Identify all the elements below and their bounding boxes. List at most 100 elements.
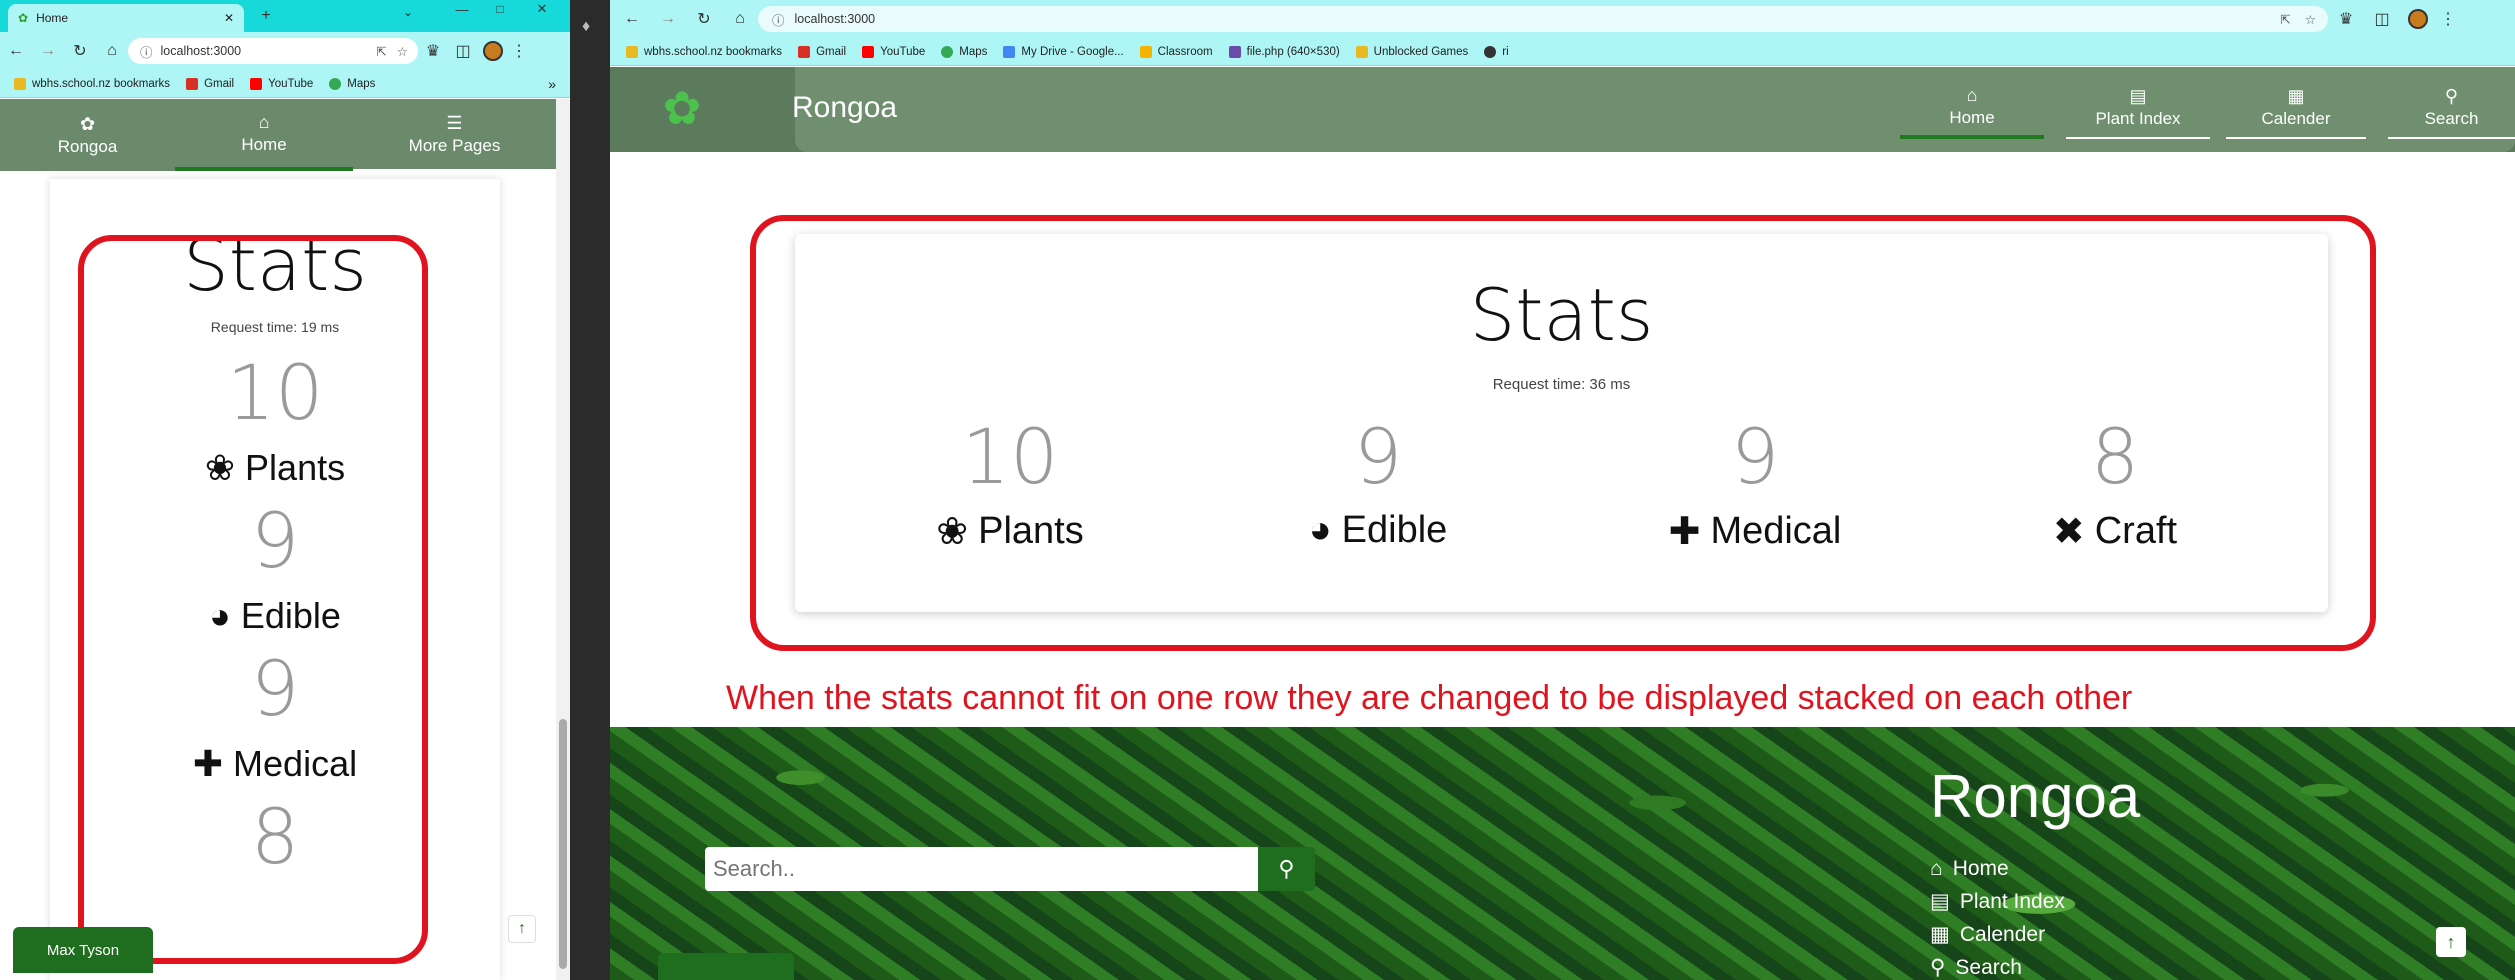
footer-link-home[interactable]: ⌂ Home [1930,852,2065,885]
left-tab[interactable]: ✿ Home ✕ [8,4,244,32]
footer-link-plant-index[interactable]: ▤ Plant Index [1930,885,2065,918]
bookmark-item[interactable]: Maps [329,77,375,90]
footer-search-form: ⚲ [705,847,1315,891]
left-navbar: ✿ Rongoa ⌂ Home ☰ More Pages [0,99,556,171]
left-tab-title: Home [36,11,69,25]
left-bookmarks-bar: wbhs.school.nz bookmarks Gmail YouTube M… [0,70,570,98]
home-icon: ⌂ [1930,857,1943,880]
calendar-icon: ▦ [1930,923,1950,946]
nav-label: Search [2424,108,2479,128]
home-icon: ⌂ [1966,84,1978,105]
bookmark-item[interactable]: Gmail [186,77,234,90]
bookmark-item[interactable]: My Drive - Google... [1003,45,1124,58]
right-address-bar[interactable]: ⓘ localhost:3000 ⇱ ☆ [758,6,2328,32]
right-browser-window: ← → ↻ ⌂ ⓘ localhost:3000 ⇱ ☆ ♛ ◫ ⋮ wbhs.… [610,0,2515,980]
nav-calender[interactable]: ▦ Calender [2226,77,2366,139]
home-icon: ⌂ [258,111,270,132]
reload-icon[interactable]: ↻ [64,41,96,61]
home-browser-icon[interactable]: ⌂ [722,10,758,28]
new-tab-icon[interactable]: + [256,6,276,26]
book-icon: ▤ [2129,85,2147,106]
forward-icon[interactable]: → [32,42,64,60]
minimize-icon[interactable]: — [450,0,474,18]
footer-brand: Rongoa [1930,763,2141,830]
search-icon: ⚲ [1278,856,1295,881]
star-icon[interactable]: ☆ [2305,12,2316,27]
footer-link-search[interactable]: ⚲ Search [1930,951,2065,980]
tab-list-icon[interactable]: ⌄ [398,2,418,22]
nav-search[interactable]: ⚲ Search [2388,77,2515,139]
bookmark-item[interactable]: Gmail [798,45,846,58]
left-scrollbar[interactable] [556,99,570,980]
bookmark-item[interactable]: ri [1484,45,1509,58]
annotation-highlight-box [78,235,428,964]
scrollbar-thumb[interactable] [559,719,567,969]
nav-label: More Pages [408,135,501,155]
sidepanel-icon[interactable]: ◫ [448,41,478,61]
share-icon[interactable]: ⇱ [2280,12,2290,27]
more-bookmarks-icon[interactable]: » [548,76,556,92]
footer-search-button[interactable]: ⚲ [1257,847,1315,891]
nav-label: Home [241,134,287,154]
nav-rongoa[interactable]: ✿ Rongoa [0,99,175,171]
left-titlebar: ✿ Home ✕ + ⌄ — □ ✕ [0,0,570,32]
back-icon[interactable]: ← [614,10,650,28]
left-toolbar: ← → ↻ ⌂ ⓘ localhost:3000 ⇱ ☆ ♛ ◫ ⋮ [0,32,570,70]
sidepanel-icon[interactable]: ◫ [2364,9,2400,29]
menu-dots-icon[interactable]: ⋮ [2436,9,2460,29]
reload-icon[interactable]: ↻ [686,9,722,29]
extensions-icon[interactable]: ♛ [418,41,448,61]
user-button[interactable]: Max Tyson [13,927,153,973]
extensions-icon[interactable]: ♛ [2328,9,2364,29]
left-address-bar[interactable]: ⓘ localhost:3000 ⇱ ☆ [128,38,418,64]
nav-label: Plant Index [2095,108,2181,128]
bookmark-item[interactable]: file.php (640×530) [1228,45,1340,58]
footer-search-input[interactable] [705,847,1258,891]
right-navbar: ✿ Rongoa ⌂ Home ▤ Plant Index ▦ Calender… [610,67,2515,152]
window-close-icon[interactable]: ✕ [530,0,554,18]
bookmark-item[interactable]: Maps [941,45,987,58]
left-viewport: ✿ Rongoa ⌂ Home ☰ More Pages Stats Reque… [0,99,556,980]
nav-label: Calender [2261,108,2331,128]
share-icon[interactable]: ⇱ [376,44,386,59]
bookmark-item[interactable]: YouTube [862,45,925,58]
footer: ⚲ Rongoa ⌂Home ▤Plant Index ▦Calender ⚲S… [610,727,2515,980]
maximize-icon[interactable]: □ [488,0,512,18]
bookmark-item[interactable]: Unblocked Games [1355,45,1468,58]
nav-home[interactable]: ⌂ Home [175,99,353,171]
calendar-icon: ▦ [2287,85,2305,106]
forward-icon[interactable]: → [650,10,686,28]
search-icon: ⚲ [2444,85,2459,106]
back-icon[interactable]: ← [0,42,32,60]
star-icon[interactable]: ☆ [397,44,408,59]
brand-title[interactable]: Rongoa [792,91,897,125]
notification-bell-icon[interactable]: ♦ [582,18,590,36]
menu-dots-icon[interactable]: ⋮ [508,41,530,61]
scroll-top-button[interactable]: ↑ [2436,927,2466,957]
info-icon: ⓘ [772,13,785,28]
nav-more-pages[interactable]: ☰ More Pages [353,99,556,171]
profile-avatar[interactable] [2400,9,2436,29]
bookmark-item[interactable]: YouTube [250,77,313,90]
right-viewport: ✿ Rongoa ⌂ Home ▤ Plant Index ▦ Calender… [610,67,2515,980]
bookmark-item[interactable]: wbhs.school.nz bookmarks [626,45,782,58]
nav-plant-index[interactable]: ▤ Plant Index [2066,77,2210,139]
profile-avatar[interactable] [478,41,508,61]
bookmark-item[interactable]: Classroom [1139,45,1213,58]
user-button-partial[interactable] [658,953,794,980]
right-bookmarks-bar: wbhs.school.nz bookmarks Gmail YouTube M… [610,38,2515,66]
nav-home[interactable]: ⌂ Home [1900,77,2044,139]
annotation-text: When the stats cannot fit on one row the… [726,679,2133,717]
footer-link-calender[interactable]: ▦ Calender [1930,918,2065,951]
right-url: localhost:3000 [794,12,876,26]
leaf-icon: ✿ [18,11,29,25]
bookmark-item[interactable]: wbhs.school.nz bookmarks [14,77,170,90]
arrow-up-icon: ↑ [518,920,526,937]
scroll-top-button[interactable]: ↑ [508,915,536,943]
desktop-gap: ♦ [570,0,610,980]
close-tab-icon[interactable]: ✕ [224,11,234,25]
book-icon: ▤ [1930,890,1950,913]
leaf-logo-icon[interactable]: ✿ [655,82,709,134]
info-icon: ⓘ [140,45,153,60]
home-browser-icon[interactable]: ⌂ [96,42,128,60]
